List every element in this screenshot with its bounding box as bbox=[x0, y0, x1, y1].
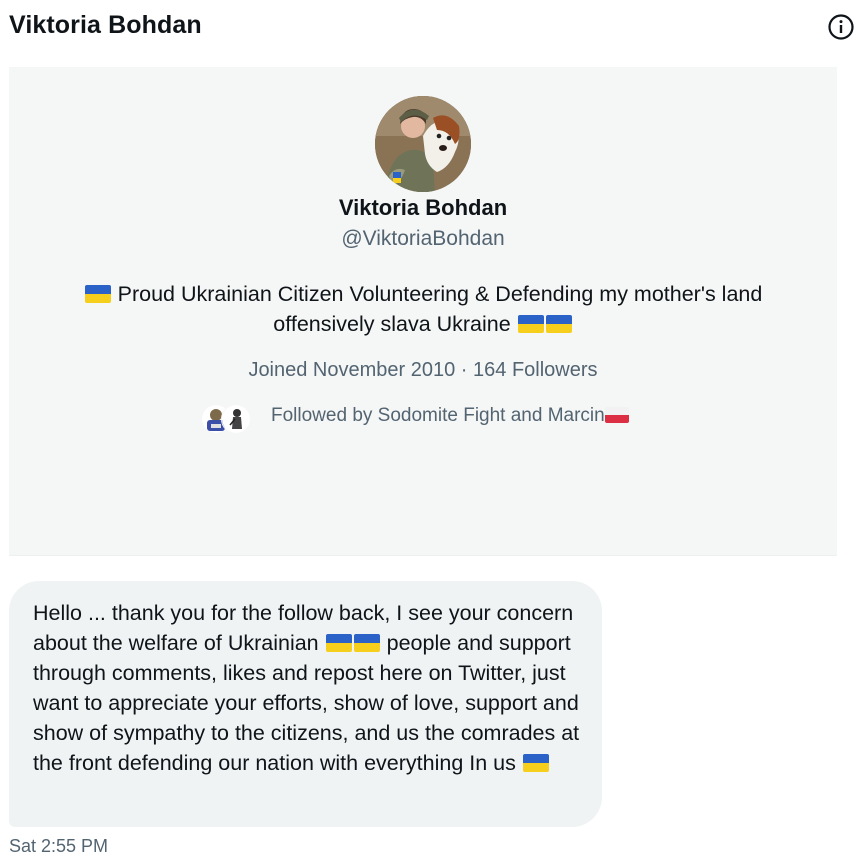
follower-avatar bbox=[221, 404, 251, 434]
message-bubble[interactable]: Hello ... thank you for the follow back,… bbox=[9, 581, 602, 827]
bio-text-line1: Proud Ukrainian Citizen Volunteering & D… bbox=[117, 282, 763, 306]
message-text: Hello ... thank you for the follow back,… bbox=[33, 598, 585, 778]
followers-count[interactable]: 164 Followers bbox=[473, 359, 598, 381]
conversation-title: Viktoria Bohdan bbox=[9, 11, 202, 39]
joined-date: Joined November 2010 bbox=[248, 359, 456, 381]
ukraine-flag-icon bbox=[84, 285, 111, 303]
avatar-image bbox=[375, 96, 471, 192]
followed-by-label: Followed by Sodomite Fight and Marcin bbox=[271, 405, 605, 426]
bio-text-line2: offensively slava Ukraine bbox=[273, 312, 511, 336]
profile-name[interactable]: Viktoria Bohdan bbox=[9, 195, 837, 221]
profile-handle: @ViktoriaBohdan bbox=[341, 227, 505, 250]
profile-card[interactable]: Viktoria Bohdan @ViktoriaBohdan Proud Uk… bbox=[9, 67, 837, 556]
profile-meta: Joined November 2010 · 164 Followers bbox=[9, 359, 837, 382]
avatar[interactable] bbox=[375, 96, 471, 192]
ukraine-flag-icon bbox=[517, 315, 544, 333]
conversation-header: Viktoria Bohdan bbox=[0, 0, 860, 56]
profile-bio: Proud Ukrainian Citizen Volunteering & D… bbox=[49, 279, 797, 339]
ukraine-flag-icon bbox=[325, 634, 352, 652]
info-circle-icon[interactable] bbox=[826, 12, 856, 42]
follower-avatars bbox=[201, 404, 251, 434]
poland-flag-icon bbox=[604, 407, 629, 423]
followed-by-row[interactable]: Followed by Sodomite Fight and Marcin bbox=[201, 402, 661, 436]
ukraine-flag-icon bbox=[545, 315, 572, 333]
followed-by-text[interactable]: Followed by Sodomite Fight and Marcin bbox=[271, 405, 629, 427]
meta-separator: · bbox=[460, 359, 468, 381]
ukraine-flag-icon bbox=[353, 634, 380, 652]
message-timestamp: Sat 2:55 PM bbox=[9, 836, 109, 856]
ukraine-flag-icon bbox=[522, 754, 549, 772]
